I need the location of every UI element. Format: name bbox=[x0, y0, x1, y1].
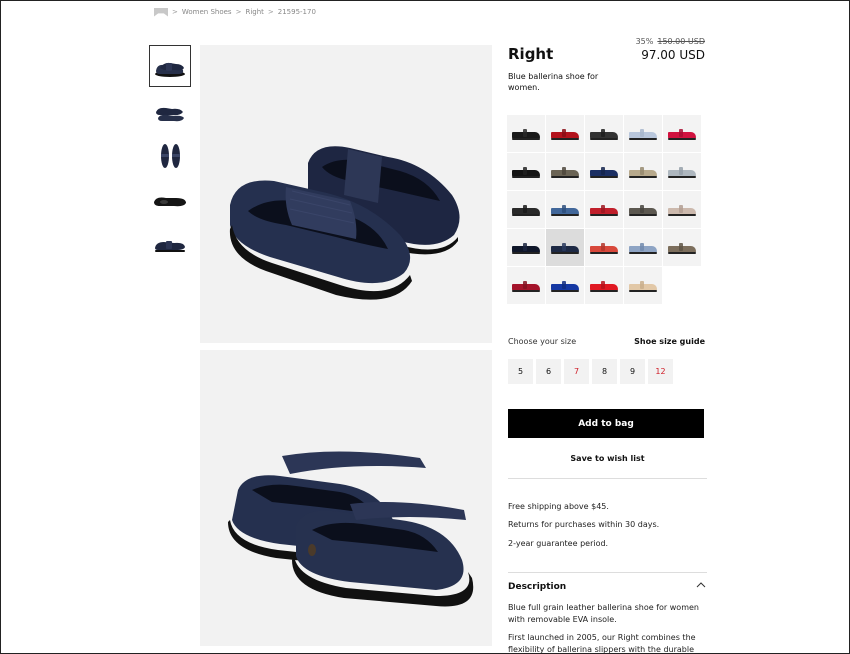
shoe-color-icon bbox=[589, 166, 619, 178]
shoe-color-icon bbox=[511, 280, 541, 292]
shoe-pair-icon bbox=[156, 107, 184, 122]
color-swatch[interactable] bbox=[624, 267, 662, 304]
shoe-color-icon bbox=[589, 242, 619, 254]
discount-badge: 35% bbox=[635, 37, 654, 46]
breadcrumb-right[interactable]: Right bbox=[245, 8, 263, 16]
color-swatch[interactable] bbox=[546, 115, 584, 152]
discount-row: 35% 150.00 USD bbox=[636, 37, 705, 46]
shoe-pair-icon bbox=[155, 62, 185, 77]
shoe-side-icon bbox=[155, 241, 185, 252]
size-options: 5 6 7 8 9 12 bbox=[508, 359, 673, 384]
shoe-color-icon bbox=[667, 242, 697, 254]
shipping-info: Free shipping above $45. bbox=[508, 502, 609, 511]
size-guide-link[interactable]: Shoe size guide bbox=[634, 337, 705, 346]
product-title: Right bbox=[508, 45, 554, 63]
shoe-color-icon bbox=[628, 204, 658, 216]
product-image-secondary[interactable] bbox=[200, 350, 492, 646]
old-price: 150.00 USD bbox=[657, 37, 705, 46]
shoe-color-icon bbox=[511, 204, 541, 216]
thumbnail-3[interactable] bbox=[149, 135, 191, 177]
shoe-pair-icon bbox=[161, 144, 180, 168]
shoe-color-icon bbox=[550, 204, 580, 216]
shoe-color-icon bbox=[667, 166, 697, 178]
color-swatch[interactable] bbox=[507, 153, 545, 190]
shoe-color-icon bbox=[628, 128, 658, 140]
price-block: 35% 150.00 USD 97.00 USD bbox=[636, 37, 705, 62]
color-swatch[interactable] bbox=[546, 267, 584, 304]
description-heading[interactable]: Description bbox=[508, 582, 566, 592]
color-swatch[interactable] bbox=[585, 153, 623, 190]
color-swatch[interactable] bbox=[663, 191, 701, 228]
color-swatch[interactable] bbox=[546, 229, 584, 266]
home-logo-icon[interactable] bbox=[154, 7, 168, 17]
color-swatch[interactable] bbox=[585, 229, 623, 266]
shoe-pair-image bbox=[229, 146, 460, 300]
shoe-color-icon bbox=[550, 128, 580, 140]
shoe-color-icon bbox=[550, 280, 580, 292]
guarantee-info: 2-year guarantee period. bbox=[508, 539, 609, 548]
shoe-color-icon bbox=[589, 128, 619, 140]
color-swatch[interactable] bbox=[663, 229, 701, 266]
product-image-main[interactable] bbox=[200, 45, 492, 343]
save-to-wish-list-link[interactable]: Save to wish list bbox=[508, 454, 707, 463]
breadcrumb-product-code: 21595-170 bbox=[277, 8, 316, 16]
shoe-color-icon bbox=[628, 242, 658, 254]
breadcrumb-separator: > bbox=[172, 8, 178, 16]
shoe-color-icon bbox=[667, 128, 697, 140]
size-label: Choose your size bbox=[508, 337, 577, 346]
color-swatch[interactable] bbox=[624, 191, 662, 228]
breadcrumb-women-shoes[interactable]: Women Shoes bbox=[182, 8, 232, 16]
thumbnail-2[interactable] bbox=[149, 91, 191, 133]
breadcrumb-separator: > bbox=[235, 8, 242, 16]
divider bbox=[508, 572, 707, 573]
breadcrumb: > Women Shoes > Right > 21595-170 bbox=[154, 6, 316, 18]
thumbnail-5[interactable] bbox=[149, 223, 191, 265]
color-swatch[interactable] bbox=[546, 191, 584, 228]
thumbnail-1[interactable] bbox=[149, 45, 191, 87]
color-swatch[interactable] bbox=[624, 229, 662, 266]
shoe-color-icon bbox=[589, 280, 619, 292]
color-swatch[interactable] bbox=[507, 191, 545, 228]
breadcrumb-separator: > bbox=[267, 8, 274, 16]
shoe-sole-icon bbox=[154, 197, 186, 207]
divider bbox=[508, 478, 707, 479]
page-frame: > Women Shoes > Right > 21595-170 Right … bbox=[0, 0, 850, 654]
color-swatch[interactable] bbox=[507, 267, 545, 304]
description-paragraph-1: Blue full grain leather ballerina shoe f… bbox=[508, 603, 699, 624]
color-swatch[interactable] bbox=[624, 115, 662, 152]
shoe-color-icon bbox=[511, 166, 541, 178]
color-swatch[interactable] bbox=[663, 153, 701, 190]
product-subtitle: Blue ballerina shoe for women. bbox=[508, 72, 599, 92]
thumbnail-4[interactable] bbox=[149, 179, 191, 221]
shoe-color-icon bbox=[550, 242, 580, 254]
size-option[interactable]: 8 bbox=[592, 359, 617, 384]
chevron-up-icon[interactable] bbox=[696, 581, 706, 592]
size-option[interactable]: 7 bbox=[564, 359, 589, 384]
color-swatch[interactable] bbox=[663, 115, 701, 152]
color-swatch[interactable] bbox=[507, 229, 545, 266]
shoe-color-icon bbox=[667, 204, 697, 216]
shoe-color-icon bbox=[628, 166, 658, 178]
description-paragraph-2: First launched in 2005, our Right combin… bbox=[508, 633, 696, 654]
color-swatch[interactable] bbox=[585, 115, 623, 152]
color-swatch-grid bbox=[507, 115, 707, 304]
shoe-color-icon bbox=[550, 166, 580, 178]
shoe-color-icon bbox=[589, 204, 619, 216]
shoe-color-icon bbox=[511, 242, 541, 254]
shoe-color-icon bbox=[511, 128, 541, 140]
size-option[interactable]: 12 bbox=[648, 359, 673, 384]
color-swatch[interactable] bbox=[585, 267, 623, 304]
returns-info: Returns for purchases within 30 days. bbox=[508, 520, 660, 529]
color-swatch[interactable] bbox=[507, 115, 545, 152]
size-option[interactable]: 5 bbox=[508, 359, 533, 384]
shoe-color-icon bbox=[628, 280, 658, 292]
color-swatch[interactable] bbox=[624, 153, 662, 190]
shoe-back-image bbox=[228, 451, 474, 607]
current-price: 97.00 USD bbox=[641, 48, 705, 62]
size-option[interactable]: 9 bbox=[620, 359, 645, 384]
add-to-bag-button[interactable]: Add to bag bbox=[508, 409, 704, 438]
color-swatch[interactable] bbox=[585, 191, 623, 228]
size-option[interactable]: 6 bbox=[536, 359, 561, 384]
color-swatch[interactable] bbox=[546, 153, 584, 190]
